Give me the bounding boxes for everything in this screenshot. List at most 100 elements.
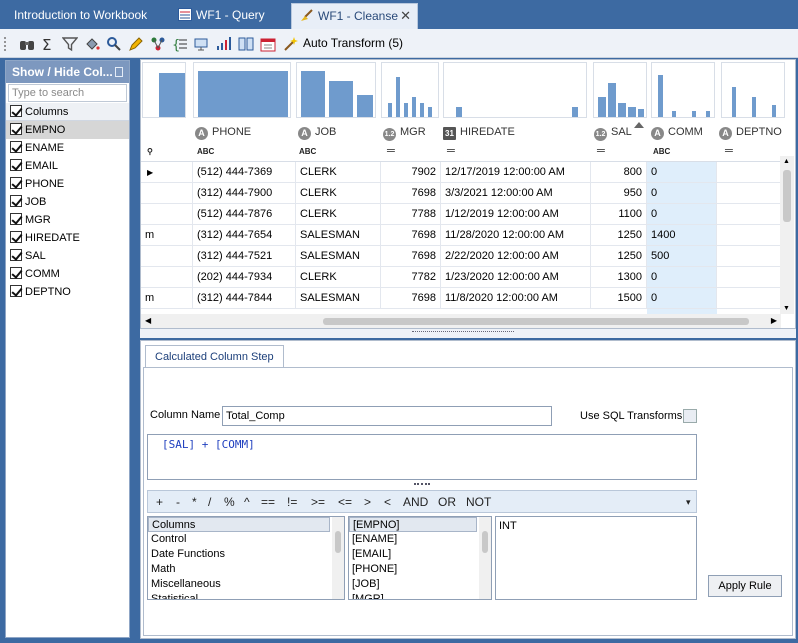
merge-icon[interactable] bbox=[150, 36, 166, 52]
cell-job[interactable]: CLERK bbox=[296, 204, 381, 225]
checkbox[interactable] bbox=[10, 249, 22, 261]
checkbox[interactable] bbox=[10, 195, 22, 207]
cell-phone[interactable]: (202) 444-7934 bbox=[193, 267, 296, 288]
cell-mgr[interactable]: 7902 bbox=[381, 162, 441, 183]
column-header-sal[interactable]: 1.2 SAL bbox=[594, 123, 632, 141]
cell-comm[interactable]: 0 bbox=[647, 267, 717, 288]
table-row[interactable]: m (312) 444-7654 SALESMAN 7698 11/28/202… bbox=[141, 225, 781, 246]
cell-phone[interactable]: (312) 444-7900 bbox=[193, 183, 296, 204]
sort-ascending-icon[interactable] bbox=[634, 122, 644, 128]
column-toggle-sal[interactable]: SAL bbox=[6, 247, 129, 265]
cell-comm[interactable]: 500 bbox=[647, 246, 717, 267]
checkbox[interactable] bbox=[10, 285, 22, 297]
chevron-down-icon[interactable]: ▾ bbox=[686, 497, 691, 508]
filter-equals-icon[interactable]: ═ bbox=[447, 145, 455, 157]
cell-sal[interactable]: 1250 bbox=[591, 225, 647, 246]
cell-sal[interactable]: 1250 bbox=[591, 246, 647, 267]
operator-lte-button[interactable]: <= bbox=[338, 495, 352, 509]
pencil-icon[interactable] bbox=[128, 36, 144, 52]
cell-mgr[interactable]: 7782 bbox=[381, 267, 441, 288]
sigma-icon[interactable]: Σ bbox=[40, 36, 56, 54]
filter-equals-icon[interactable]: ═ bbox=[597, 145, 605, 157]
column-search-input[interactable]: Type to search columns bbox=[8, 84, 127, 115]
use-sql-transforms-checkbox[interactable] bbox=[683, 409, 697, 423]
calendar-icon[interactable] bbox=[260, 36, 276, 52]
panel-splitter[interactable] bbox=[140, 329, 796, 338]
column-header-hiredate[interactable]: 31 HIREDATE bbox=[443, 123, 515, 141]
tab-calculated-column-step[interactable]: Calculated Column Step bbox=[145, 345, 284, 367]
column-header-job[interactable]: A JOB bbox=[298, 123, 336, 141]
cell-comm[interactable]: 0 bbox=[647, 288, 717, 309]
cell-sal[interactable]: 1500 bbox=[591, 288, 647, 309]
vertical-scrollbar[interactable] bbox=[332, 517, 344, 599]
table-row[interactable]: (512) 444-7876 CLERK 7788 1/12/2019 12:0… bbox=[141, 204, 781, 225]
scroll-up-icon[interactable]: ▲ bbox=[783, 158, 790, 165]
binoculars-icon[interactable] bbox=[19, 36, 35, 52]
splitter-grip[interactable] bbox=[412, 331, 514, 336]
filter-equals-icon[interactable]: ═ bbox=[725, 145, 733, 157]
checkbox[interactable] bbox=[10, 177, 22, 189]
column-toggle-ename[interactable]: ENAME bbox=[6, 139, 129, 157]
scroll-right-icon[interactable]: ▶ bbox=[771, 316, 777, 325]
operator-divide-button[interactable]: / bbox=[208, 495, 211, 509]
select-all-checkbox[interactable] bbox=[10, 105, 22, 117]
cell-mgr[interactable]: 7698 bbox=[381, 225, 441, 246]
cell-hiredate[interactable]: 12/17/2019 12:00:00 AM bbox=[441, 162, 591, 183]
column-toggle-deptno[interactable]: DEPTNO bbox=[6, 283, 129, 301]
list-item[interactable]: Statistical bbox=[148, 592, 344, 599]
monitor-icon[interactable] bbox=[194, 36, 210, 52]
cell-sal[interactable]: 950 bbox=[591, 183, 647, 204]
split-columns-icon[interactable] bbox=[238, 36, 254, 52]
operator-power-button[interactable]: ^ bbox=[244, 495, 250, 509]
column-toggle-comm[interactable]: COMM bbox=[6, 265, 129, 283]
table-row[interactable]: m (312) 444-7844 SALESMAN 7698 11/8/2020… bbox=[141, 288, 781, 309]
apply-rule-button[interactable]: Apply Rule bbox=[708, 575, 782, 597]
column-header-comm[interactable]: A COMM bbox=[651, 123, 703, 141]
operator-equals-button[interactable]: == bbox=[261, 495, 275, 509]
list-item[interactable]: Date Functions bbox=[148, 547, 344, 562]
list-item[interactable]: [EMAIL] bbox=[349, 547, 491, 562]
cell-deptno[interactable] bbox=[717, 225, 781, 246]
column-name-input[interactable]: Total_Comp bbox=[222, 406, 552, 426]
column-toggle-email[interactable]: EMAIL bbox=[6, 157, 129, 175]
sort-icon[interactable] bbox=[216, 36, 232, 52]
close-icon[interactable]: ✕ bbox=[400, 4, 411, 28]
resize-grip[interactable] bbox=[414, 483, 430, 485]
list-item[interactable]: Control bbox=[148, 532, 344, 547]
column-header-mgr[interactable]: 1.2 MGR bbox=[383, 123, 426, 141]
cell-phone[interactable]: (312) 444-7844 bbox=[193, 288, 296, 309]
cell-hiredate[interactable]: 2/22/2020 12:00:00 AM bbox=[441, 246, 591, 267]
list-item[interactable]: [PHONE] bbox=[349, 562, 491, 577]
filter-text-icon[interactable]: ABC bbox=[299, 147, 316, 156]
cell-deptno[interactable] bbox=[717, 183, 781, 204]
cell-comm[interactable]: 0 bbox=[647, 183, 717, 204]
operator-lt-button[interactable]: < bbox=[384, 495, 391, 509]
cell-job[interactable]: SALESMAN bbox=[296, 225, 381, 246]
cell-deptno[interactable] bbox=[717, 246, 781, 267]
column-toggle-job[interactable]: JOB bbox=[6, 193, 129, 211]
list-item[interactable]: [JOB] bbox=[349, 577, 491, 592]
checkbox[interactable] bbox=[10, 123, 22, 135]
operator-not-button[interactable]: NOT bbox=[466, 495, 491, 509]
checkbox[interactable] bbox=[10, 213, 22, 225]
find-user-icon[interactable] bbox=[106, 36, 122, 52]
vertical-scrollbar[interactable]: ▲ ▼ bbox=[780, 156, 794, 314]
table-row[interactable]: ▶ (512) 444-7369 CLERK 7902 12/17/2019 1… bbox=[141, 162, 781, 183]
column-header-deptno[interactable]: A DEPTNO bbox=[719, 123, 782, 141]
column-toggle-hiredate[interactable]: HIREDATE bbox=[6, 229, 129, 247]
list-item[interactable]: Math bbox=[148, 562, 344, 577]
cell-hiredate[interactable]: 11/28/2020 12:00:00 AM bbox=[441, 225, 591, 246]
pin-icon[interactable] bbox=[115, 67, 123, 77]
cell-comm[interactable]: 0 bbox=[647, 162, 717, 183]
operator-not-equals-button[interactable]: != bbox=[287, 495, 297, 509]
scroll-left-icon[interactable]: ◀ bbox=[145, 316, 151, 325]
scroll-thumb[interactable] bbox=[323, 318, 749, 325]
filter-equals-icon[interactable]: ═ bbox=[387, 145, 395, 157]
table-row[interactable]: (312) 444-7521 SALESMAN 7698 2/22/2020 1… bbox=[141, 246, 781, 267]
columns-header[interactable]: Columns bbox=[6, 103, 129, 121]
formula-editor[interactable]: [SAL] + [COMM] bbox=[147, 434, 697, 480]
cell-job[interactable]: CLERK bbox=[296, 183, 381, 204]
tab-wf1-cleanse[interactable]: WF1 - Cleanse ✕ bbox=[291, 3, 418, 29]
cell-sal[interactable]: 1300 bbox=[591, 267, 647, 288]
auto-transform-button[interactable]: Auto Transform (5) bbox=[303, 36, 403, 50]
